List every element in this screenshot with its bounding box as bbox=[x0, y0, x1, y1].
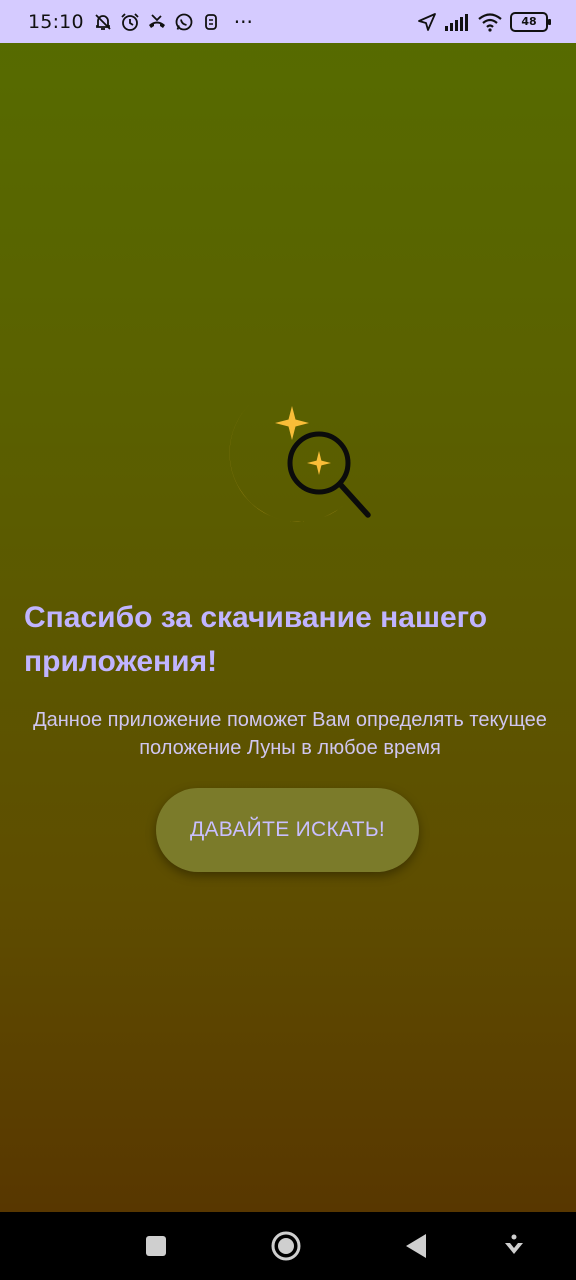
start-search-button[interactable]: ДАВАЙТЕ ИСКАТЬ! bbox=[156, 788, 419, 872]
welcome-title: Спасибо за скачивание нашего приложения! bbox=[24, 601, 488, 678]
sim-icon bbox=[201, 12, 221, 32]
home-circle-icon[interactable] bbox=[256, 1212, 316, 1280]
whatsapp-icon bbox=[174, 12, 194, 32]
clock: 15:10 bbox=[28, 10, 84, 33]
battery-icon: 48 bbox=[510, 11, 551, 32]
navigation-bar bbox=[0, 1212, 576, 1280]
assist-down-icon[interactable] bbox=[484, 1212, 544, 1280]
wifi-icon bbox=[477, 12, 503, 32]
missed-call-icon bbox=[147, 12, 167, 32]
status-left: 15:10 ··· bbox=[28, 10, 253, 34]
app-description: Данное приложение поможет Вам определять… bbox=[33, 709, 547, 759]
location-icon bbox=[417, 12, 437, 32]
back-triangle-icon[interactable] bbox=[386, 1212, 446, 1280]
signal-icon bbox=[444, 12, 470, 32]
sparkle-icon bbox=[275, 406, 309, 440]
status-bar: 15:10 ··· 48 bbox=[0, 0, 576, 43]
status-right: 48 bbox=[417, 11, 551, 32]
recents-square-icon[interactable] bbox=[126, 1212, 186, 1280]
moon-search-logo bbox=[204, 398, 374, 538]
alarm-icon bbox=[120, 12, 140, 32]
more-icon: ··· bbox=[233, 9, 253, 34]
bell-off-icon bbox=[93, 12, 113, 32]
